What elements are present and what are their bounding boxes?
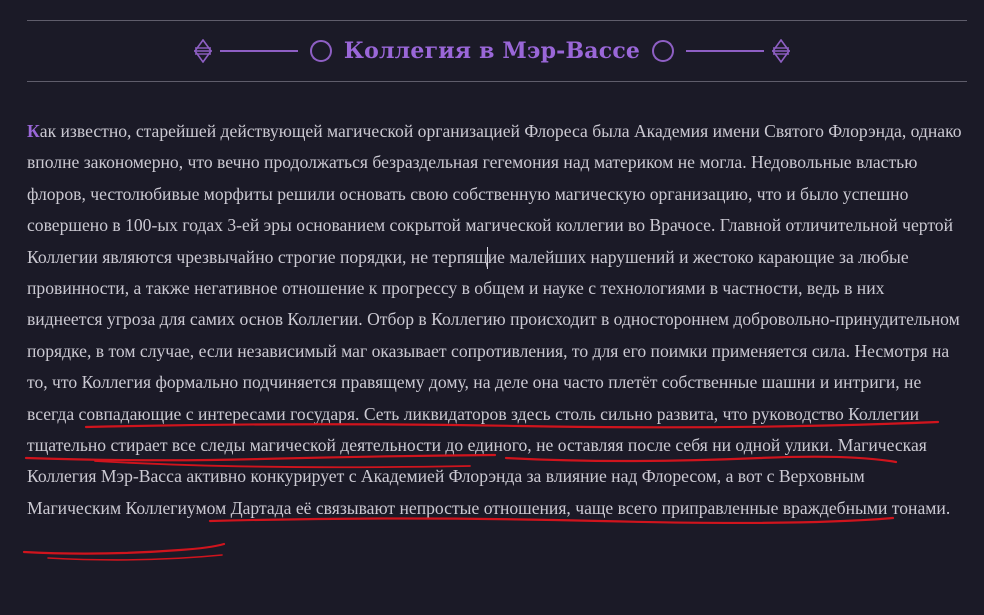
bottom-divider [27, 81, 967, 82]
right-diamond-ornament-icon [772, 39, 791, 63]
left-diamond-ornament-icon [193, 39, 212, 63]
underlined-phrase-2: Сеть ликвидаторов здесь столь сильно раз… [363, 403, 714, 424]
right-ring-ornament-icon [652, 40, 675, 62]
underline-stroke-5 [22, 542, 226, 555]
text-part-2: . [355, 403, 364, 424]
drop-cap: К [27, 121, 40, 141]
section-header: Коллегия в Мэр-Вассе [0, 22, 984, 80]
right-header-line [686, 50, 765, 52]
left-header-line [219, 50, 298, 52]
underline-stroke-5b [47, 554, 223, 561]
article-paragraph: Как известно, старейшей действующей маги… [27, 116, 962, 524]
page-title: Коллегия в Мэр-Вассе [343, 38, 641, 64]
left-ring-ornament-icon [309, 40, 332, 62]
top-divider [27, 20, 967, 21]
text-cursor [487, 247, 488, 269]
text-part-1: ак известно, старейшей действующей магич… [27, 121, 962, 393]
